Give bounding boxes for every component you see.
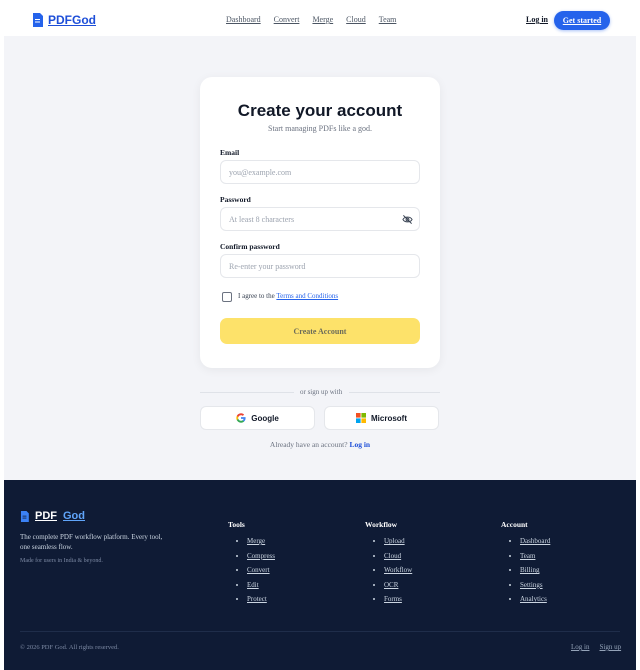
footer-link-item: Convert: [247, 566, 275, 575]
footer-link-edit[interactable]: Edit: [247, 581, 259, 589]
nav-merge[interactable]: Merge: [312, 15, 333, 24]
footer-link-item: OCR: [384, 581, 412, 590]
page-subtitle: Start managing PDFs like a god.: [268, 124, 372, 133]
footer-link-item: Upload: [384, 537, 412, 546]
footer-description: The complete PDF workflow platform. Ever…: [20, 533, 163, 551]
footer-link-settings[interactable]: Settings: [520, 581, 543, 589]
document-icon: [20, 510, 29, 522]
main-content: Create your account Start managing PDFs …: [4, 36, 636, 480]
signup-card: Create your account Start managing PDFs …: [200, 77, 440, 368]
google-signup-button[interactable]: Google: [200, 406, 315, 430]
footer-col-workflow: Workflow Upload Cloud Workflow OCR Forms: [365, 520, 412, 611]
footer-link-dashboard[interactable]: Dashboard: [520, 537, 550, 545]
footer-link-protect[interactable]: Protect: [247, 595, 267, 604]
password-label: Password: [220, 195, 251, 204]
footer-link-ocr[interactable]: OCR: [384, 581, 398, 589]
footer-signup-link[interactable]: Sign up: [599, 643, 621, 651]
footer-col-account: Account Dashboard Team Billing Settings …: [501, 520, 550, 611]
google-icon: [236, 413, 246, 423]
login-link[interactable]: Log in: [349, 440, 370, 449]
footer-link-item: Team: [520, 552, 550, 561]
footer-link-item: Forms: [384, 596, 412, 604]
nav-dashboard[interactable]: Dashboard: [226, 15, 261, 24]
footer-brand-pdf: PDF: [35, 510, 57, 522]
confirm-password-label: Confirm password: [220, 242, 280, 251]
microsoft-signup-button[interactable]: Microsoft: [324, 406, 439, 430]
divider-text: or sign up with: [300, 388, 343, 396]
footer-brand[interactable]: PDF God: [20, 510, 85, 522]
divider-right: [349, 392, 440, 393]
footer-bottom-links: Log in Sign up: [571, 643, 621, 651]
confirm-password-field[interactable]: [220, 254, 420, 278]
create-account-button[interactable]: Create Account: [220, 318, 420, 344]
footer-link-item: Settings: [520, 581, 550, 590]
footer-link-billing[interactable]: Billing: [520, 566, 539, 574]
top-header: PDFGod Dashboard Convert Merge Cloud Tea…: [0, 0, 640, 40]
brand-logo[interactable]: PDFGod: [32, 13, 96, 27]
footer-divider: [20, 631, 620, 632]
page-title: Create your account: [237, 101, 403, 120]
terms-link[interactable]: Terms and Conditions: [276, 292, 338, 300]
footer-link-compress[interactable]: Compress: [247, 552, 275, 560]
terms-checkbox[interactable]: [222, 292, 232, 302]
terms-agreement: I agree to the Terms and Conditions: [238, 292, 338, 300]
footer-link-item: Dashboard: [520, 537, 550, 546]
email-field[interactable]: [220, 160, 420, 184]
divider-left: [200, 392, 294, 393]
footer-link-cloud[interactable]: Cloud: [384, 552, 401, 560]
google-label: Google: [251, 413, 279, 423]
get-started-button[interactable]: Get started: [554, 11, 610, 30]
footer-col-tools: Tools Merge Compress Convert Edit Protec…: [228, 520, 275, 611]
microsoft-icon: [356, 413, 366, 423]
footer-col-title: Tools: [228, 520, 245, 529]
footer-link-item: Analytics: [520, 596, 550, 604]
footer-link-item: Billing: [520, 566, 550, 575]
document-icon: [33, 13, 43, 27]
terms-prefix: I agree to the: [238, 292, 275, 300]
footer-link-upload[interactable]: Upload: [384, 537, 405, 545]
footer-link-merge[interactable]: Merge: [247, 537, 265, 545]
footer-link-analytics[interactable]: Analytics: [520, 595, 547, 604]
eye-off-icon[interactable]: [402, 214, 413, 225]
password-field[interactable]: [220, 207, 420, 231]
header-login-link[interactable]: Log in: [526, 15, 548, 24]
email-label: Email: [220, 148, 240, 157]
footer-link-workflow[interactable]: Workflow: [384, 566, 412, 574]
nav-convert[interactable]: Convert: [274, 15, 300, 24]
login-prompt-text: Already have an account?: [269, 440, 348, 449]
footer-link-convert[interactable]: Convert: [247, 566, 270, 574]
footer-link-item: Protect: [247, 596, 275, 604]
footer-link-team[interactable]: Team: [520, 552, 535, 560]
login-prompt: Already have an account? Log in: [4, 440, 636, 449]
footer-link-forms[interactable]: Forms: [384, 595, 402, 604]
footer-copyright: © 2026 PDF God. All rights reserved.: [20, 644, 119, 651]
footer-link-item: Workflow: [384, 566, 412, 575]
footer-made-for: Made for users in India & beyond.: [20, 558, 103, 564]
footer-link-item: Edit: [247, 581, 275, 590]
footer-login-link[interactable]: Log in: [571, 643, 589, 651]
footer-link-item: Compress: [247, 552, 275, 561]
nav-team[interactable]: Team: [379, 15, 397, 24]
main-nav: Dashboard Convert Merge Cloud Team: [226, 15, 396, 24]
footer-col-title: Workflow: [365, 520, 398, 529]
brand-name: PDFGod: [48, 13, 96, 27]
nav-cloud[interactable]: Cloud: [346, 15, 366, 24]
microsoft-label: Microsoft: [371, 413, 407, 423]
footer-link-item: Merge: [247, 537, 275, 546]
footer-link-item: Cloud: [384, 552, 412, 561]
footer-brand-god: God: [63, 510, 85, 522]
footer-col-title: Account: [501, 520, 528, 529]
site-footer: PDF God The complete PDF workflow platfo…: [4, 480, 636, 670]
